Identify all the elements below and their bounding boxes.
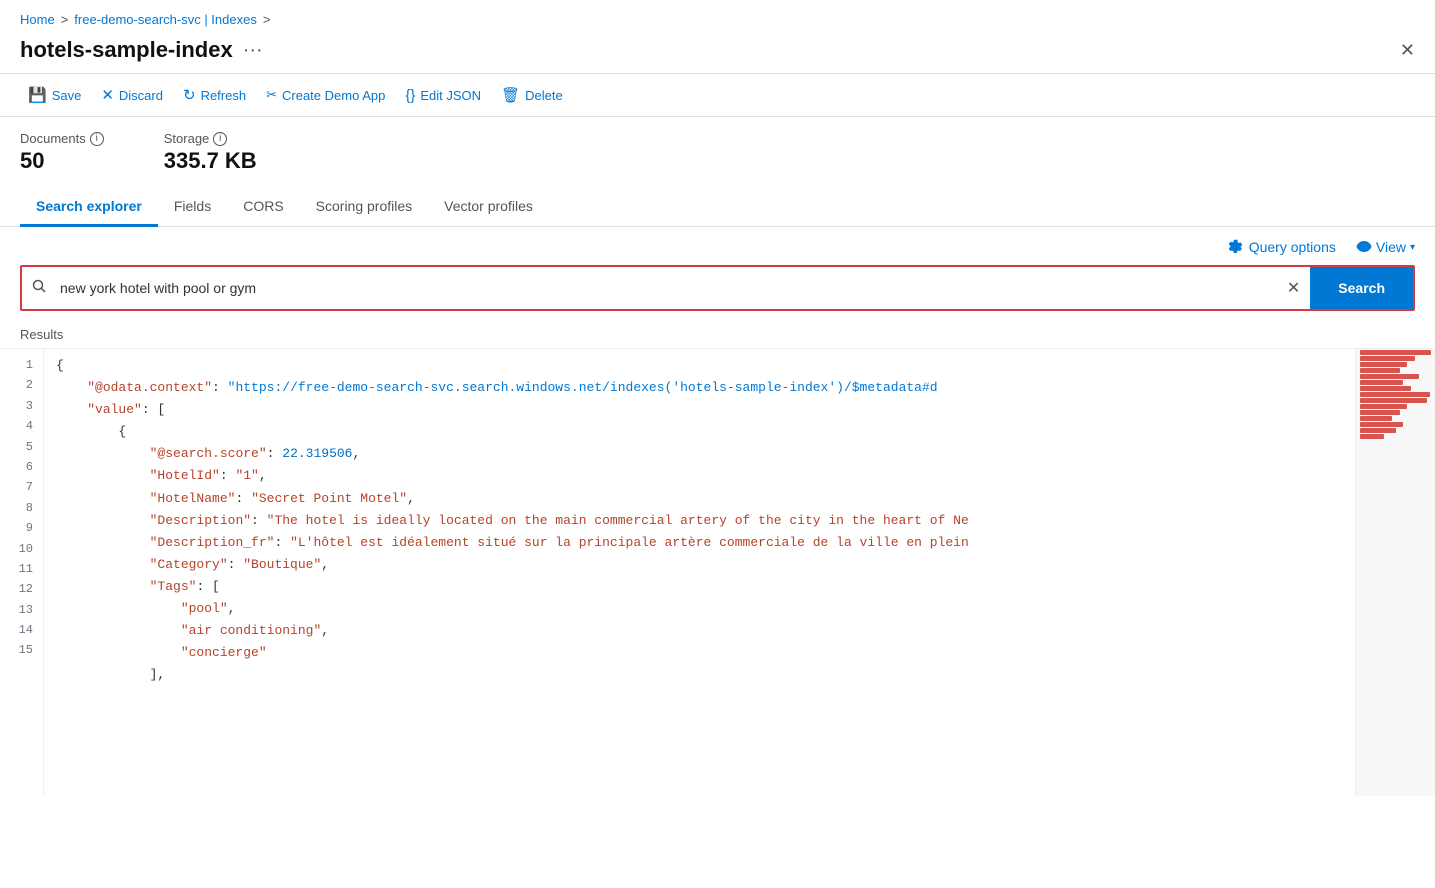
query-options-row: Query options View ▾	[20, 239, 1415, 255]
documents-stat: Documents i 50	[20, 131, 104, 174]
close-button[interactable]: ✕	[1400, 40, 1415, 61]
discard-button[interactable]: ✕ Discard	[93, 82, 171, 108]
delete-icon: 🗑	[501, 86, 520, 104]
chevron-down-icon: ▾	[1410, 242, 1415, 253]
search-bar: ✕ Search	[20, 265, 1415, 311]
stats-row: Documents i 50 Storage i 335.7 KB	[0, 117, 1435, 184]
search-button[interactable]: Search	[1310, 267, 1413, 309]
code-line-12: "pool",	[56, 598, 1343, 620]
search-input[interactable]	[56, 270, 1277, 306]
documents-label: Documents	[20, 131, 86, 146]
storage-label: Storage	[164, 131, 210, 146]
view-label: View	[1376, 239, 1406, 255]
results-label: Results	[0, 323, 1435, 348]
code-line-14: "concierge"	[56, 642, 1343, 664]
tab-scoring-profiles[interactable]: Scoring profiles	[300, 188, 429, 227]
line-numbers: 1 2 3 4 5 6 7 8 9 10 11 12 13 14 15	[0, 349, 44, 796]
minimap	[1355, 349, 1435, 796]
gear-icon	[1227, 239, 1243, 255]
breadcrumb-sep1: >	[61, 12, 69, 27]
breadcrumb-middle[interactable]: free-demo-search-svc | Indexes	[74, 12, 257, 27]
refresh-icon: ↻	[183, 86, 196, 104]
title-more-options[interactable]: ···	[243, 39, 263, 62]
view-button[interactable]: View ▾	[1356, 239, 1415, 255]
code-line-5: "@search.score": 22.319506,	[56, 443, 1343, 465]
clear-search-button[interactable]: ✕	[1277, 278, 1310, 298]
storage-info-icon[interactable]: i	[213, 132, 227, 146]
storage-value: 335.7 KB	[164, 148, 257, 174]
create-demo-app-button[interactable]: ✂ Create Demo App	[258, 83, 393, 107]
code-content: { "@odata.context": "https://free-demo-s…	[44, 349, 1355, 796]
tab-search-explorer[interactable]: Search explorer	[20, 188, 158, 227]
view-icon	[1356, 239, 1372, 255]
create-demo-icon: ✂	[266, 87, 277, 103]
breadcrumb-sep2: >	[263, 12, 271, 27]
code-line-13: "air conditioning",	[56, 620, 1343, 642]
code-line-15: ],	[56, 664, 1343, 686]
save-icon: 💾	[28, 86, 47, 104]
tab-cors[interactable]: CORS	[227, 188, 299, 227]
discard-icon: ✕	[101, 86, 114, 104]
edit-json-button[interactable]: {} Edit JSON	[397, 83, 489, 108]
code-line-3: "value": [	[56, 399, 1343, 421]
code-line-2: "@odata.context": "https://free-demo-sea…	[56, 377, 1343, 399]
code-line-6: "HotelId": "1",	[56, 465, 1343, 487]
documents-value: 50	[20, 148, 104, 174]
storage-stat: Storage i 335.7 KB	[164, 131, 257, 174]
code-line-9: "Description_fr": "L'hôtel est idéalemen…	[56, 532, 1343, 554]
query-options-label: Query options	[1249, 239, 1336, 255]
page-title: hotels-sample-index	[20, 37, 233, 63]
query-options-button[interactable]: Query options	[1227, 239, 1336, 255]
code-viewer: 1 2 3 4 5 6 7 8 9 10 11 12 13 14 15 { "@…	[0, 348, 1435, 796]
code-line-4: {	[56, 421, 1343, 443]
code-line-1: {	[56, 355, 1343, 377]
edit-json-icon: {}	[405, 87, 415, 104]
tab-vector-profiles[interactable]: Vector profiles	[428, 188, 549, 227]
save-button[interactable]: 💾 Save	[20, 82, 89, 108]
breadcrumb: Home > free-demo-search-svc | Indexes >	[0, 0, 1435, 33]
title-row: hotels-sample-index ··· ✕	[0, 33, 1435, 73]
toolbar: 💾 Save ✕ Discard ↻ Refresh ✂ Create Demo…	[0, 73, 1435, 117]
code-line-7: "HotelName": "Secret Point Motel",	[56, 488, 1343, 510]
search-section: Query options View ▾ ✕ Search	[0, 227, 1435, 323]
code-line-10: "Category": "Boutique",	[56, 554, 1343, 576]
search-icon	[22, 279, 56, 297]
documents-info-icon[interactable]: i	[90, 132, 104, 146]
tab-fields[interactable]: Fields	[158, 188, 227, 227]
breadcrumb-home[interactable]: Home	[20, 12, 55, 27]
refresh-button[interactable]: ↻ Refresh	[175, 82, 254, 108]
delete-button[interactable]: 🗑 Delete	[493, 82, 571, 108]
code-line-8: "Description": "The hotel is ideally loc…	[56, 510, 1343, 532]
code-line-11: "Tags": [	[56, 576, 1343, 598]
tabs: Search explorer Fields CORS Scoring prof…	[0, 188, 1435, 227]
